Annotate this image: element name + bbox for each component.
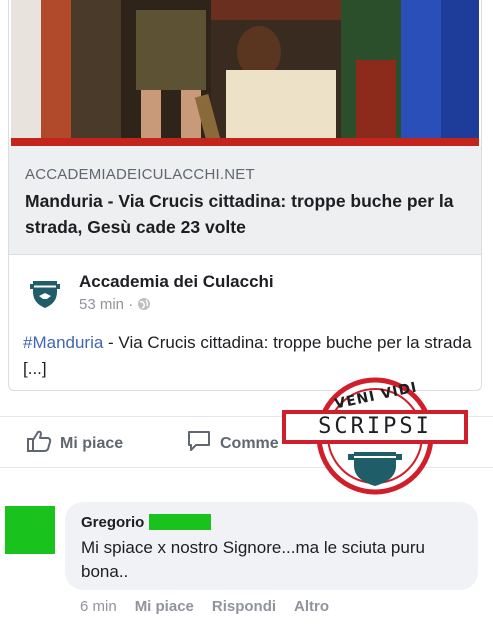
like-label: Mi piace — [60, 434, 124, 452]
stamp-main-text: SCRIPSI — [318, 414, 432, 439]
globe-icon — [137, 297, 151, 315]
comment-like-link[interactable]: Mi piace — [135, 598, 194, 615]
thumbs-up-icon — [26, 429, 52, 458]
link-preview[interactable]: ACCADEMIADEICULACCHI.NET Manduria - Via … — [9, 146, 481, 255]
shared-post-card[interactable]: ACCADEMIADEICULACCHI.NET Manduria - Via … — [8, 0, 482, 391]
commenter-avatar-redacted[interactable] — [5, 506, 55, 554]
like-button[interactable]: Mi piace — [26, 429, 123, 458]
page-avatar[interactable] — [25, 272, 65, 312]
comment-time[interactable]: 6 min — [80, 598, 117, 615]
post-photo[interactable] — [11, 0, 479, 146]
comment-reply-link[interactable]: Rispondi — [212, 598, 276, 615]
comment-bubble: Gregorio Mi spiace x nostro Signore...ma… — [65, 502, 478, 590]
comment-text: Mi spiace x nostro Signore...ma le sciut… — [81, 538, 425, 581]
via-crucis-photo — [11, 0, 479, 146]
hashtag-link[interactable]: #Manduria — [23, 333, 103, 352]
comment-author[interactable]: Gregorio — [81, 514, 144, 531]
comment-button[interactable]: Comme — [186, 429, 279, 458]
post-time[interactable]: 53 min — [79, 296, 124, 313]
veni-vidi-scripsi-stamp: VENI VIDI SCRIPSI — [282, 368, 468, 496]
comment-more-link[interactable]: Altro — [294, 598, 329, 615]
link-domain: ACCADEMIADEICULACCHI.NET — [25, 166, 255, 183]
comment-footer: 6 min Mi piace Rispondi Altro — [80, 598, 329, 615]
author-surname-redaction — [149, 514, 211, 530]
comment-label: Comme — [220, 434, 279, 452]
link-title[interactable]: Manduria - Via Crucis cittadina: troppe … — [25, 188, 465, 240]
meta-separator: · — [128, 296, 134, 313]
comment-bubble-icon — [186, 429, 212, 458]
post-meta: 53 min · — [79, 296, 151, 315]
page-name[interactable]: Accademia dei Culacchi — [79, 272, 274, 292]
shield-logo-icon — [25, 272, 65, 312]
